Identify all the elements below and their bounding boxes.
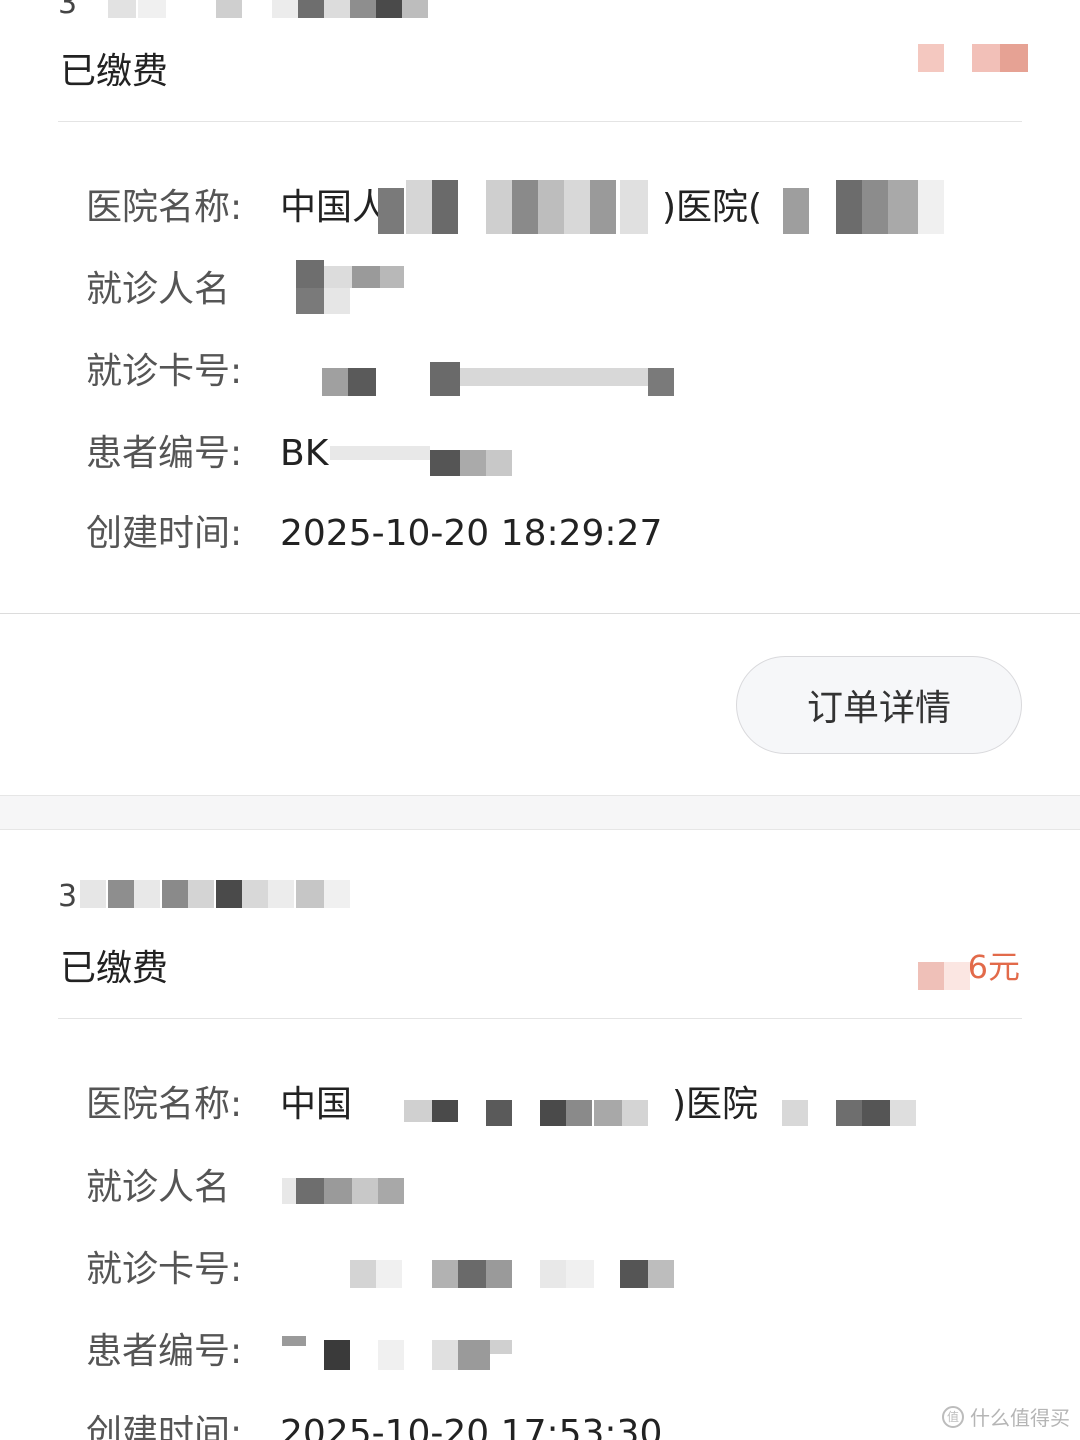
order-card-1[interactable]: 3 已缴费 医院名称: 中国人 )医院(就诊人名 就诊卡号: 患者编号: BK… xyxy=(0,0,1080,795)
patient-name-row: 就诊人名 xyxy=(86,1158,280,1208)
created-time-value: 2025-10-20 18:29:27 xyxy=(280,513,663,554)
hospital-name-label: 医院名称: xyxy=(86,1084,243,1125)
patient-name-label: 就诊人名 xyxy=(86,269,231,310)
divider xyxy=(58,121,1022,122)
hospital-name-value: 中国人 xyxy=(280,187,389,228)
hospital-name-label: 医院名称: xyxy=(86,187,243,228)
patient-id-row: 患者编号: BK xyxy=(86,424,328,474)
divider xyxy=(0,613,1080,614)
divider xyxy=(58,1018,1022,1019)
redacted-patient-id xyxy=(330,446,514,476)
card-number-row: 就诊卡号: xyxy=(86,1240,280,1290)
watermark-text: 什么值得买 xyxy=(970,1406,1070,1430)
redacted-hospital-name xyxy=(354,1096,934,1126)
smzdm-logo-icon: 值 xyxy=(942,1405,964,1428)
order-number: 3 xyxy=(58,879,78,914)
redacted-order-number xyxy=(108,0,438,18)
redacted-patient-name xyxy=(282,1176,406,1206)
redacted-patient-id xyxy=(282,1336,514,1370)
created-time-label: 创建时间: xyxy=(86,513,243,554)
created-time-row: 创建时间: 2025-10-20 18:29:27 xyxy=(86,504,662,554)
watermark: 值 什么值得买 xyxy=(942,1402,1070,1431)
redacted-order-number xyxy=(80,880,352,908)
payment-status: 已缴费 xyxy=(60,51,169,92)
hospital-name-suffix: )医院( xyxy=(662,187,763,228)
redacted-card-number xyxy=(322,362,676,396)
order-number: 3 xyxy=(58,0,78,21)
card-separator xyxy=(0,795,1080,830)
patient-id-row: 患者编号: xyxy=(86,1322,280,1372)
redacted-amount xyxy=(918,962,972,990)
hospital-name-row: 医院名称: 中国 xyxy=(86,1075,352,1125)
created-time-label: 创建时间: xyxy=(86,1413,243,1440)
patient-name-row: 就诊人名 xyxy=(86,260,280,310)
patient-id-value: BK xyxy=(280,433,329,474)
patient-id-label: 患者编号: xyxy=(86,433,243,474)
order-detail-button[interactable]: 订单详情 xyxy=(736,656,1022,754)
redacted-patient-name xyxy=(296,260,406,314)
payment-status: 已缴费 xyxy=(60,948,169,989)
card-number-label: 就诊卡号: xyxy=(86,351,243,392)
card-number-row: 就诊卡号: xyxy=(86,342,280,392)
patient-id-label: 患者编号: xyxy=(86,1331,243,1372)
order-card-2[interactable]: 3 已缴费 6元 医院名称: 中国 )医院 就诊人名 就诊卡号: 患者编号: 创… xyxy=(0,830,1080,1440)
created-time-value: 2025-10-20 17:53:30 xyxy=(280,1413,663,1440)
created-time-row: 创建时间: 2025-10-20 17:53:30 xyxy=(86,1404,662,1440)
hospital-name-suffix: )医院 xyxy=(672,1084,759,1125)
hospital-name-value: 中国 xyxy=(280,1084,353,1125)
patient-name-label: 就诊人名 xyxy=(86,1167,231,1208)
redacted-card-number xyxy=(350,1260,676,1288)
order-amount: 6元 xyxy=(967,948,1020,986)
redacted-amount xyxy=(918,44,1028,72)
hospital-name-row: 医院名称: 中国人 xyxy=(86,178,388,228)
card-number-label: 就诊卡号: xyxy=(86,1249,243,1290)
